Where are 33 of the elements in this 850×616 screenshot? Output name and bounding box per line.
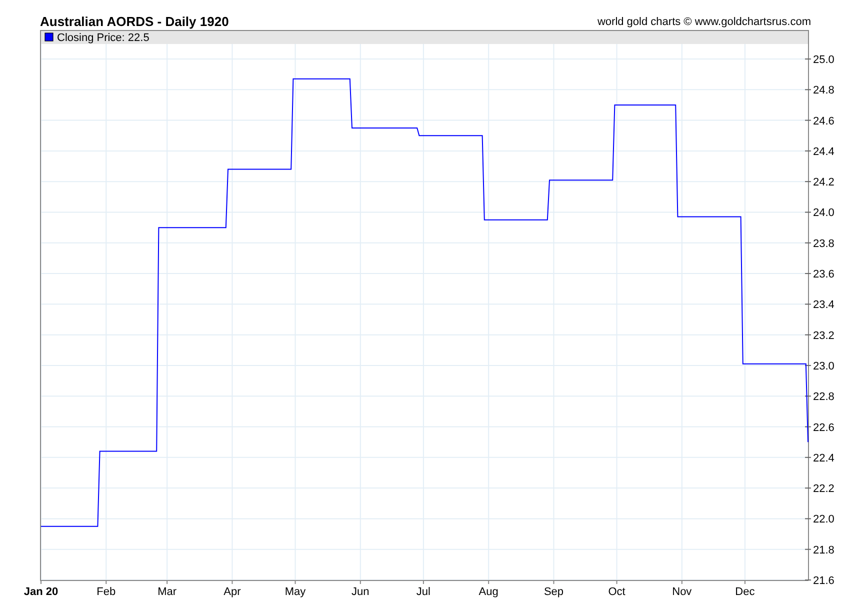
y-tick-label: 23.2 — [813, 330, 834, 342]
credit-text: world gold charts © www.goldchartsrus.com — [597, 16, 811, 30]
x-tick-label: Dec — [735, 586, 755, 598]
legend-label: Closing Price: 22.5 — [57, 32, 150, 44]
y-tick-label: 21.8 — [813, 544, 834, 556]
y-tick-label: 23.6 — [813, 268, 834, 281]
x-tick-label: Mar — [158, 586, 177, 598]
y-tick-label: 22.4 — [813, 452, 834, 464]
x-tick-label: Apr — [224, 586, 241, 598]
y-tick-label: 25.0 — [813, 54, 834, 66]
x-tick-label: Jun — [352, 586, 370, 598]
y-tick-label: 24.8 — [813, 84, 834, 97]
x-tick-label: Feb — [96, 586, 116, 598]
x-tick-label: Jan 20 — [24, 586, 58, 598]
chart-title: Australian AORDS - Daily 1920 — [40, 14, 229, 30]
x-tick-label: Nov — [672, 586, 692, 598]
y-tick-label: 22.8 — [813, 391, 834, 404]
y-tick-label: 23.8 — [813, 238, 834, 250]
y-tick-label: 24.4 — [813, 146, 834, 158]
y-tick-label: 22.6 — [813, 422, 834, 434]
x-tick-label: Aug — [478, 586, 498, 598]
y-tick-label: 24.0 — [813, 207, 834, 220]
x-tick-label: May — [284, 586, 306, 598]
y-tick-label: 22.2 — [813, 483, 834, 496]
y-tick-label: 23.4 — [813, 299, 834, 312]
y-tick-label: 21.6 — [813, 575, 834, 587]
y-tick-label: 22.0 — [813, 514, 834, 526]
x-tick-label: Jul — [416, 586, 430, 598]
y-tick-label: 23.0 — [813, 360, 834, 372]
y-tick-label: 24.6 — [813, 115, 834, 128]
x-tick-label: Sep — [544, 586, 564, 598]
x-tick-label: Oct — [608, 586, 626, 598]
y-tick-label: 24.2 — [813, 176, 834, 189]
